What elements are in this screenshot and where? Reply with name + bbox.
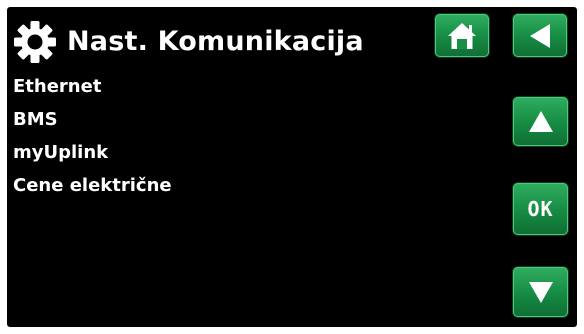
menu-item-bms[interactable]: BMS <box>13 108 172 141</box>
menu-item-ethernet[interactable]: Ethernet <box>13 75 172 108</box>
scroll-down-button[interactable] <box>513 267 568 317</box>
back-arrow-icon <box>525 21 555 51</box>
home-icon <box>445 20 479 52</box>
down-arrow-icon <box>526 278 556 306</box>
menu-list: Ethernet BMS myUplink Cene električne <box>13 75 172 207</box>
page-title: Nast. Komunikacija <box>67 26 364 57</box>
back-button[interactable] <box>513 14 567 57</box>
menu-item-electricity-prices[interactable]: Cene električne <box>13 174 172 207</box>
scroll-up-button[interactable] <box>513 97 568 146</box>
display-screen: Nast. Komunikacija Ethernet BMS myUplink… <box>7 7 577 327</box>
home-button[interactable] <box>435 14 489 57</box>
menu-item-myuplink[interactable]: myUplink <box>13 141 172 174</box>
up-arrow-icon <box>526 108 556 136</box>
ok-button-label: OK <box>527 197 554 221</box>
ok-button[interactable]: OK <box>513 183 568 235</box>
gear-icon <box>12 19 58 65</box>
